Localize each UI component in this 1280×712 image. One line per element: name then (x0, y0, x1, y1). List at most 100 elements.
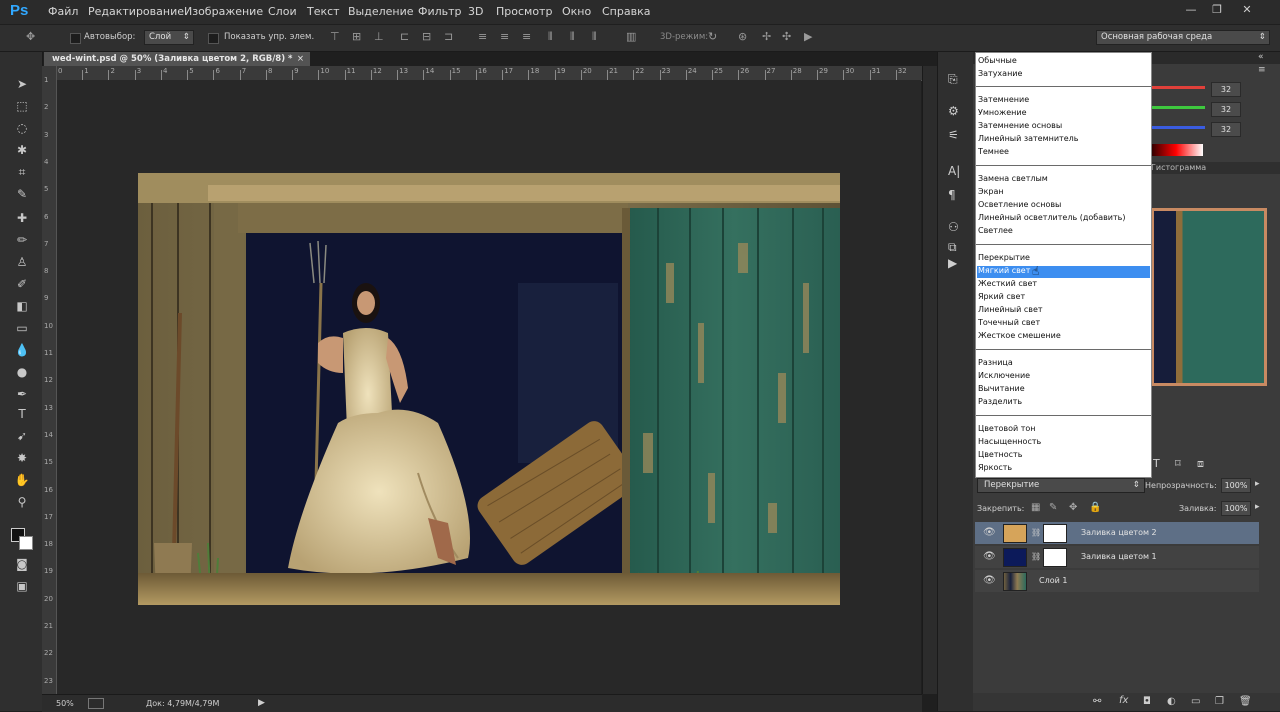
canvas-scrollbar[interactable] (922, 66, 937, 694)
distribute-hcenter-icon[interactable]: ⫴ (570, 31, 575, 43)
blend-hard-light[interactable]: Жесткий свет (978, 279, 1037, 288)
shape-filter-icon[interactable]: ⌑ (1175, 457, 1181, 470)
layer-row-fill2[interactable]: 👁 ⛓ Заливка цветом 2 (975, 522, 1259, 544)
blend-hard-mix[interactable]: Жесткое смешение (978, 331, 1061, 340)
lock-transparency-icon[interactable]: ▦ (1031, 502, 1040, 513)
distribute-left-icon[interactable]: ⫴ (548, 31, 553, 43)
menu-layers[interactable]: Слои (268, 5, 297, 18)
auto-align-icon[interactable]: ▥ (626, 31, 636, 43)
path-select-tool-icon[interactable]: ➹ (13, 428, 31, 444)
menu-filter[interactable]: Фильтр (418, 5, 462, 18)
dodge-tool-icon[interactable]: ● (13, 364, 31, 380)
blend-dissolve[interactable]: Затухание (978, 69, 1022, 78)
green-value[interactable]: 32 (1211, 102, 1241, 117)
adjustment-icon[interactable]: ◐ (1167, 696, 1176, 707)
show-controls-checkbox[interactable] (208, 33, 219, 44)
blur-tool-icon[interactable]: 💧 (13, 342, 31, 358)
actions-panel-icon[interactable]: ▶ (948, 256, 957, 270)
status-menu-arrow-icon[interactable]: ▶ (258, 698, 265, 708)
blue-value[interactable]: 32 (1211, 122, 1241, 137)
blend-color-dodge[interactable]: Осветление основы (978, 200, 1061, 209)
lasso-tool-icon[interactable]: ◌ (13, 120, 31, 136)
healing-brush-tool-icon[interactable]: ✚ (13, 210, 31, 226)
layer-mask-thumb[interactable] (1043, 524, 1067, 543)
quick-mask-icon[interactable]: ◙ (13, 556, 31, 572)
autoselect-checkbox[interactable] (70, 33, 81, 44)
distribute-vcenter-icon[interactable]: ≡ (500, 31, 509, 43)
blend-linear-light[interactable]: Линейный свет (978, 305, 1043, 314)
menu-type[interactable]: Текст (307, 5, 340, 18)
tool-presets-icon[interactable]: ⧉ (948, 240, 957, 255)
blend-screen[interactable]: Экран (978, 187, 1004, 196)
lock-position-icon[interactable]: ✥ (1069, 502, 1077, 513)
visibility-eye-icon[interactable]: 👁 (983, 527, 996, 538)
background-color-swatch[interactable] (19, 536, 33, 550)
move-tool-icon[interactable]: ➤ (13, 76, 31, 92)
clone-stamp-tool-icon[interactable]: ♙ (13, 254, 31, 270)
align-hcenter-icon[interactable]: ⊟ (422, 31, 431, 43)
blend-divide[interactable]: Разделить (978, 397, 1022, 406)
trash-icon[interactable]: 🗑 (1239, 696, 1252, 707)
history-brush-tool-icon[interactable]: ✐ (13, 276, 31, 292)
zoom-level[interactable]: 50% (56, 699, 74, 708)
menu-3d[interactable]: 3D (468, 5, 483, 18)
3d-roll-icon[interactable]: ⊛ (738, 31, 747, 43)
paragraph-panel-icon[interactable]: ¶ (948, 188, 956, 202)
blend-mode-dropdown[interactable]: Перекрытие ⇕ (977, 478, 1145, 493)
history-panel-icon[interactable]: ⎘ (948, 72, 958, 87)
3d-rotate-icon[interactable]: ↻ (708, 31, 717, 43)
visibility-eye-icon[interactable]: 👁 (983, 575, 996, 586)
blend-color-burn[interactable]: Затемнение основы (978, 121, 1062, 130)
visibility-eye-icon[interactable]: 👁 (983, 551, 996, 562)
blend-darken[interactable]: Затемнение (978, 95, 1029, 104)
layer-name[interactable]: Слой 1 (1039, 576, 1067, 585)
mask-icon[interactable]: ◘ (1143, 696, 1151, 707)
character-panel-icon[interactable]: A| (948, 164, 960, 178)
shape-tool-icon[interactable]: ✸ (13, 450, 31, 466)
blend-normal[interactable]: Обычные (978, 56, 1017, 65)
color-ramp[interactable] (1149, 144, 1203, 156)
clone-source-icon[interactable]: ⚇ (948, 220, 959, 234)
menu-window[interactable]: Окно (562, 5, 591, 18)
align-vcenter-icon[interactable]: ⊞ (352, 31, 361, 43)
align-top-icon[interactable]: ⊤ (330, 31, 340, 43)
minimize-button[interactable]: — (1184, 3, 1198, 16)
zoom-tool-icon[interactable]: ⚲ (13, 494, 31, 510)
distribute-right-icon[interactable]: ⫴ (592, 31, 597, 43)
screen-mode-icon[interactable]: ▣ (13, 578, 31, 594)
opacity-input[interactable]: 100% (1221, 478, 1251, 493)
blend-linear-dodge[interactable]: Линейный осветлитель (добавить) (978, 213, 1126, 222)
blend-darker-color[interactable]: Темнее (978, 147, 1009, 156)
distribute-top-icon[interactable]: ≡ (478, 31, 487, 43)
blend-vivid-light[interactable]: Яркий свет (978, 292, 1025, 301)
blend-soft-light[interactable]: Мягкий свет (978, 266, 1030, 275)
blend-saturation[interactable]: Насыщенность (978, 437, 1041, 446)
restore-button[interactable]: ❐ (1210, 3, 1224, 16)
pen-tool-icon[interactable]: ✒ (13, 386, 31, 402)
3d-slide-icon[interactable]: ✣ (782, 31, 791, 43)
layer-mask-thumb[interactable] (1043, 548, 1067, 567)
blend-pin-light[interactable]: Точечный свет (978, 318, 1040, 327)
blend-linear-burn[interactable]: Линейный затемнитель (978, 134, 1078, 143)
3d-pan-icon[interactable]: ✢ (762, 31, 771, 43)
menu-image[interactable]: Изображение (184, 5, 263, 18)
type-tool-icon[interactable]: T (13, 406, 31, 422)
lock-pixels-icon[interactable]: ✎ (1049, 502, 1057, 513)
eyedropper-tool-icon[interactable]: ✎ (13, 186, 31, 202)
document-image[interactable] (138, 173, 840, 605)
eraser-tool-icon[interactable]: ◧ (13, 298, 31, 314)
histogram-tab[interactable]: Гистограмма (1151, 163, 1206, 172)
menu-help[interactable]: Справка (602, 5, 650, 18)
align-left-icon[interactable]: ⊏ (400, 31, 409, 43)
blend-overlay[interactable]: Перекрытие (978, 253, 1030, 262)
gradient-tool-icon[interactable]: ▭ (13, 320, 31, 336)
layer-row-layer1[interactable]: 👁 Слой 1 (975, 570, 1259, 592)
blend-hue[interactable]: Цветовой тон (978, 424, 1036, 433)
close-tab-icon[interactable]: × (297, 52, 304, 66)
quick-select-tool-icon[interactable]: ✱ (13, 142, 31, 158)
align-right-icon[interactable]: ⊐ (444, 31, 453, 43)
blend-multiply[interactable]: Умножение (978, 108, 1027, 117)
red-value[interactable]: 32 (1211, 82, 1241, 97)
close-window-button[interactable]: ✕ (1240, 3, 1254, 16)
menu-select[interactable]: Выделение (348, 5, 414, 18)
